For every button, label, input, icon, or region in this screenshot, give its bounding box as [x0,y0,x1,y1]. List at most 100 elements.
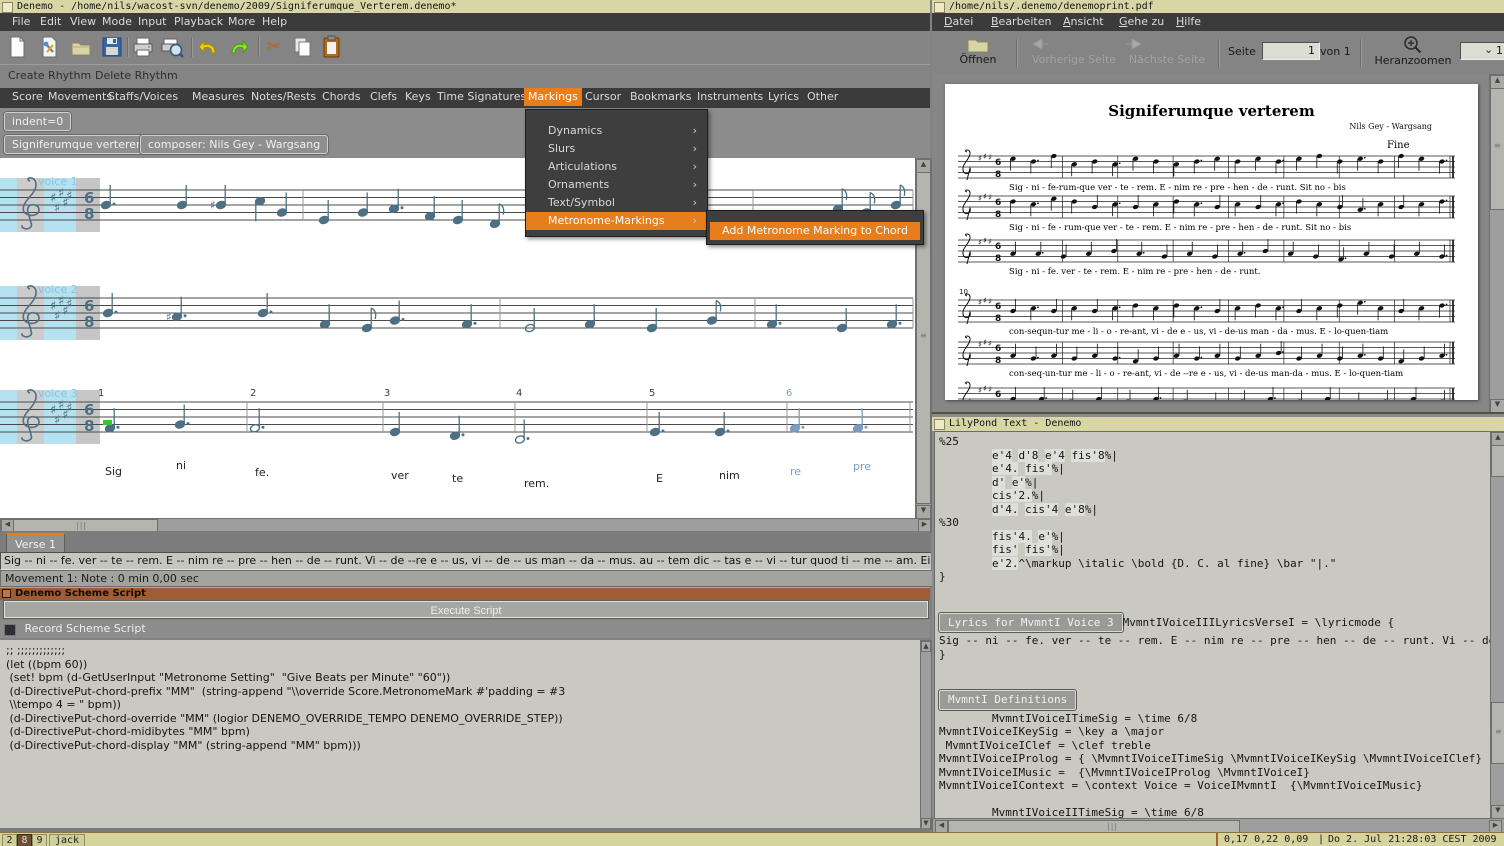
scroll-down-icon[interactable]: ▼ [916,505,931,519]
menu-view[interactable]: View [66,13,100,31]
zoom-value-input[interactable]: 115 [1460,42,1504,60]
lilypond-titlebar[interactable]: LilyPond Text - Denemo [932,417,1504,431]
execute-script-button[interactable]: Execute Script [4,601,928,618]
svg-text:♯: ♯ [988,237,992,246]
lilypond-inline-text: MvmntIVoiceIIILyricsVerseI = \lyricmode … [1122,615,1395,629]
menu-measures[interactable]: Measures [188,88,248,106]
previous-page-button[interactable]: Vorherige Seite [1028,35,1120,66]
menu-score[interactable]: Score [8,88,47,106]
composer-button[interactable]: composer: Nils Gey - Wargsang [140,135,329,154]
chevron-down-icon[interactable]: ⌄ [1484,43,1493,56]
cut-icon[interactable]: ✂ [262,35,286,59]
rhythm-toolbar: Create Rhythm Delete Rhythm [0,64,930,89]
record-checkbox-label: Record Scheme Script [24,622,146,635]
copy-icon[interactable] [291,35,315,59]
scroll-down-icon[interactable]: ▼ [1490,399,1504,413]
title-button[interactable]: Signiferumque verterem [4,135,155,154]
menu-mode[interactable]: Mode [98,13,136,31]
scroll-up-icon[interactable]: ▲ [1490,75,1504,89]
scrollbar-thumb[interactable] [1491,445,1504,477]
print-preview-icon[interactable] [160,35,184,59]
lilypond-vscrollbar[interactable]: ▲ ≡ ▼ [1490,431,1504,820]
scrollbar-thumb[interactable]: ≡ [1490,88,1504,210]
script-vscrollbar[interactable]: ▲ ▼ [920,640,932,830]
menu-instruments[interactable]: Instruments [693,88,767,106]
pdf-titlebar[interactable]: /home/nils/.denemo/denemoprint.pdf [932,0,1504,13]
workspace-button-8[interactable]: 8 [17,834,32,846]
page-number-input[interactable]: 1 [1262,42,1320,60]
menu-clefs[interactable]: Clefs [366,88,401,106]
pdf-vscrollbar[interactable]: ▲ ≡ ▼ [1489,74,1504,414]
lilypond-text-editor[interactable]: %25 e'4 d'8 e'4 fis'8%| e'4. fis'%| d' e… [934,431,1494,821]
delete-rhythm-button[interactable]: Delete Rhythm [95,65,178,87]
undo-icon[interactable] [196,35,220,59]
menu-lyrics[interactable]: Lyrics [764,88,803,106]
indent-button[interactable]: indent=0 [4,112,72,131]
pdf-view-area[interactable]: Signiferumque verterem Nils Gey - Wargsa… [932,74,1489,412]
menu-hilfe[interactable]: Hilfe [1172,13,1205,31]
menuitem-articulations[interactable]: Articulations › [526,158,707,176]
menu-ansicht[interactable]: Ansicht [1059,13,1108,31]
scroll-down-icon[interactable]: ▼ [1491,805,1504,819]
record-checkbox[interactable] [4,624,16,636]
scroll-up-icon[interactable]: ▲ [1491,432,1504,446]
lilypond-line [939,675,1493,689]
workspace-button-9[interactable]: 9 [32,834,47,846]
svg-text:♯: ♯ [988,339,992,348]
menu-keys[interactable]: Keys [401,88,435,106]
menu-playback[interactable]: Playback [170,13,227,31]
menu-notes-rests[interactable]: Notes/Rests [247,88,320,106]
menu-gehe-zu[interactable]: Gehe zu [1115,13,1168,31]
lilypond-section-button-lyrics-for-mvmnti-voice-3[interactable]: Lyrics for MvmntI Voice 3 [939,612,1123,632]
menu-file[interactable]: File [8,13,34,31]
menu-cursor[interactable]: Cursor [581,88,625,106]
menu-markings[interactable]: Markings [524,88,582,106]
menu-time-signatures[interactable]: Time Signatures [433,88,530,106]
scheme-script-header[interactable]: Denemo Scheme Script [0,587,930,600]
svg-text:ver: ver [391,469,409,482]
paste-icon[interactable] [320,35,344,59]
open-label: Öffnen [959,53,997,66]
menuitem-text-symbol[interactable]: Text/Symbol › [526,194,707,212]
lilypond-line [939,793,1493,807]
taskbar-app-jack[interactable]: jack [49,834,85,846]
panel-icon [2,589,11,598]
new-document-icon[interactable] [5,35,29,59]
redo-icon[interactable] [227,35,251,59]
scroll-up-icon[interactable]: ▲ [921,641,931,652]
menu-bearbeiten[interactable]: Bearbeiten [987,13,1055,31]
menu-bookmarks[interactable]: Bookmarks [626,88,695,106]
menuitem-slurs[interactable]: Slurs › [526,140,707,158]
menuitem-metronome-markings[interactable]: Metronome-Markings › [526,212,707,230]
svg-text:♯: ♯ [978,194,982,203]
menuitem-dynamics[interactable]: Dynamics › [526,122,707,140]
svg-text:♯: ♯ [166,310,172,324]
menu-other[interactable]: Other [803,88,842,106]
next-page-button[interactable]: Nächste Seite [1124,35,1210,66]
verse-text-field[interactable]: Sig -- ni -- fe. ver -- te -- rem. E -- … [0,552,931,570]
create-rhythm-button[interactable]: Create Rhythm [8,65,91,87]
menu-chords[interactable]: Chords [318,88,364,106]
menu-help[interactable]: Help [258,13,291,31]
open-folder-icon[interactable] [69,35,93,59]
svg-text:♯: ♯ [983,236,987,245]
scroll-up-icon[interactable]: ▲ [916,159,931,173]
denemo-titlebar[interactable]: Denemo - /home/nils/wacost-svn/denemo/20… [0,0,930,13]
menuitem-ornaments[interactable]: Ornaments › [526,176,707,194]
lilypond-line [939,584,1493,598]
zoom-in-button[interactable]: Heranzoomen [1370,34,1456,67]
menu-input[interactable]: Input [134,13,170,31]
add-metronome-marking-menuitem[interactable]: Add Metronome Marking to Chord [710,222,920,240]
workspace-button-2[interactable]: 2 [2,834,17,846]
menu-staffs-voices[interactable]: Staffs/Voices [104,88,182,106]
menu-more[interactable]: More [224,13,259,31]
print-icon[interactable] [131,35,155,59]
menu-datei[interactable]: Datei [940,13,977,31]
lilypond-section-button-mvmnti-definitions[interactable]: MvmntI Definitions [939,690,1077,710]
save-icon[interactable] [100,35,124,59]
document-tools-icon[interactable] [37,35,61,59]
lilypond-line: e'4 d'8 e'4 fis'8%| [991,448,1118,462]
scheme-script-editor[interactable]: ;; ;;;;;;;;;;;;; (let ((bpm 60)) (set! bp… [0,640,926,832]
menu-edit[interactable]: Edit [36,13,65,31]
open-button[interactable]: Öffnen [950,35,1006,66]
